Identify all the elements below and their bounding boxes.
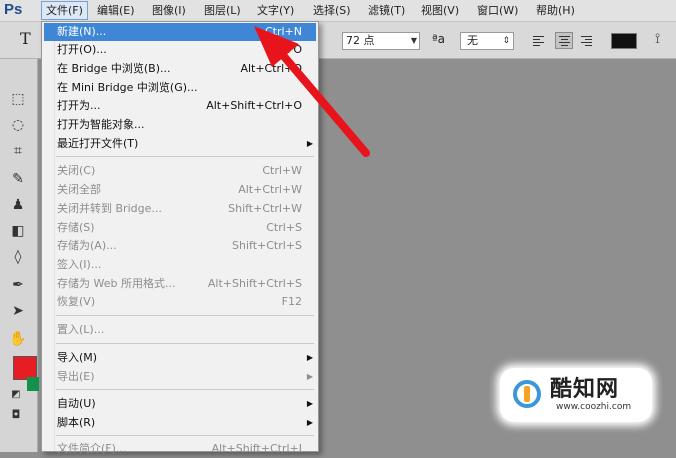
watermark-name: 酷知网 bbox=[550, 377, 620, 402]
watermark: 酷知网 www.coozhi.com bbox=[500, 368, 652, 422]
coozhi-logo-icon bbox=[513, 380, 541, 408]
watermark-url: www.coozhi.com bbox=[556, 402, 632, 412]
